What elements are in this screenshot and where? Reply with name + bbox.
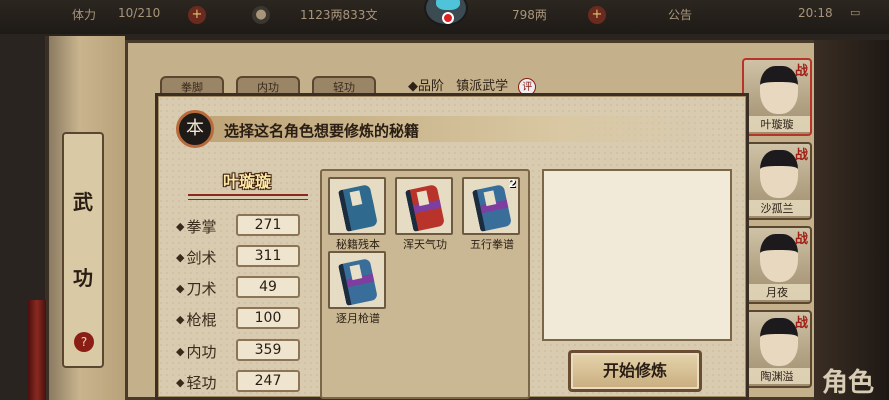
stat-value: 359 — [236, 339, 300, 361]
martial-arts-tab[interactable]: 武 功 ? — [62, 132, 104, 368]
roster-card-4[interactable]: 战 陶渊溢 — [742, 310, 812, 388]
clock: 20:18 — [798, 6, 833, 20]
character-portrait — [760, 318, 798, 366]
select-manual-dialog: 本 选择这名角色想要修炼的秘籍 叶璇璇 ◆ 拳掌 271 ◆ 剑术 311 ◆ 刀术 … — [155, 93, 749, 400]
battle-mark: 战 — [794, 64, 808, 79]
character-portrait — [760, 234, 798, 282]
stat-label: 轻功 — [186, 374, 217, 392]
stat-value: 311 — [236, 245, 300, 267]
plus-icon: + — [588, 6, 606, 24]
manual-count: 2 — [508, 177, 516, 190]
character-portrait — [760, 66, 798, 114]
plus-icon: + — [188, 6, 206, 24]
manual-slot-1[interactable]: 秘籍残本 — [328, 177, 388, 252]
dialog-title: 选择这名角色想要修炼的秘籍 — [224, 122, 420, 140]
notification-dot — [442, 12, 454, 24]
stat-value: 271 — [236, 214, 300, 236]
character-name: 叶璇璇 — [222, 172, 271, 191]
dialog-header: 本 选择这名角色想要修炼的秘籍 — [176, 110, 716, 150]
manual-name: 逐月枪谱 — [336, 312, 380, 325]
manual-book-icon — [404, 184, 446, 232]
roster-card-3[interactable]: 战 月夜 — [742, 226, 812, 304]
battle-mark: 战 — [794, 148, 808, 163]
roster-card-2[interactable]: 战 沙孤兰 — [742, 142, 812, 220]
diamond-icon: ◆ — [176, 220, 185, 233]
dialog-emblem-icon: 本 — [176, 110, 214, 148]
character-corner-label: 角色 — [822, 368, 875, 398]
scroll-label-2: 功 — [73, 266, 93, 290]
roster-card-1[interactable]: 战 叶璇璇 — [742, 58, 812, 136]
gem-value: 798两 — [512, 8, 547, 22]
coin-value: 1123两833文 — [300, 8, 378, 22]
stat-label: 剑术 — [186, 249, 217, 267]
stamina-label: 体力 — [72, 8, 97, 22]
bird-wing-icon — [436, 0, 460, 10]
roster-name: 月夜 — [744, 284, 810, 300]
roster-name: 陶渊溢 — [744, 368, 810, 384]
add-gem-button[interactable]: + — [588, 6, 606, 24]
diamond-icon: ◆ — [176, 376, 185, 389]
start-training-button[interactable]: 开始修炼 — [568, 350, 702, 392]
diamond-icon: ◆ — [176, 282, 185, 295]
diamond-icon: ◆ — [176, 313, 185, 326]
battle-mark: 战 — [794, 316, 808, 331]
manual-name: 浑天气功 — [403, 238, 447, 251]
scroll-label-1: 武 — [73, 190, 93, 214]
manual-slot-4[interactable]: 逐月枪谱 — [328, 251, 388, 326]
grade-value: 镇派武学 — [456, 79, 509, 94]
manual-name: 秘籍残本 — [336, 238, 380, 251]
grade-label: ◆品阶 — [408, 79, 444, 94]
notice-link[interactable]: 公告 — [668, 6, 692, 23]
manual-description-box — [542, 169, 732, 341]
name-underline-divider — [188, 194, 308, 200]
stat-label: 内功 — [186, 343, 217, 361]
stat-value: 247 — [236, 370, 300, 392]
manual-name: 五行拳谱 — [470, 238, 514, 251]
stat-value: 49 — [236, 276, 300, 298]
battle-mark: 战 — [794, 232, 808, 247]
stamina-value: 10/210 — [118, 6, 161, 20]
manual-book-icon — [471, 184, 513, 232]
stat-value: 100 — [236, 307, 300, 329]
right-edge-panel — [814, 40, 889, 400]
stat-label: 刀术 — [186, 280, 217, 298]
stat-label: 拳掌 — [186, 218, 217, 236]
manual-slot-2[interactable]: 浑天气功 — [395, 177, 455, 252]
diamond-icon: ◆ — [176, 345, 185, 358]
scroll-rod — [28, 300, 46, 400]
character-portrait — [760, 150, 798, 198]
roster-name: 沙孤兰 — [744, 200, 810, 216]
manual-book-icon — [337, 184, 379, 232]
coin-icon: ● — [252, 6, 270, 24]
diamond-icon: ◆ — [176, 251, 185, 264]
character-roster: 战 叶璇璇 战 沙孤兰 战 月夜 战 陶渊溢 — [742, 52, 814, 400]
stat-label: 枪棍 — [186, 311, 217, 329]
roster-name: 叶璇璇 — [744, 116, 810, 132]
manual-slot-3[interactable]: 2 五行拳谱 — [462, 177, 522, 252]
help-icon[interactable]: ? — [74, 332, 94, 352]
add-stamina-button[interactable]: + — [188, 6, 206, 24]
battery-icon: ▭ — [850, 6, 861, 19]
manual-book-icon — [337, 258, 379, 306]
manual-grid: 秘籍残本 浑天气功 2 五行拳谱 逐月枪谱 — [320, 169, 530, 399]
